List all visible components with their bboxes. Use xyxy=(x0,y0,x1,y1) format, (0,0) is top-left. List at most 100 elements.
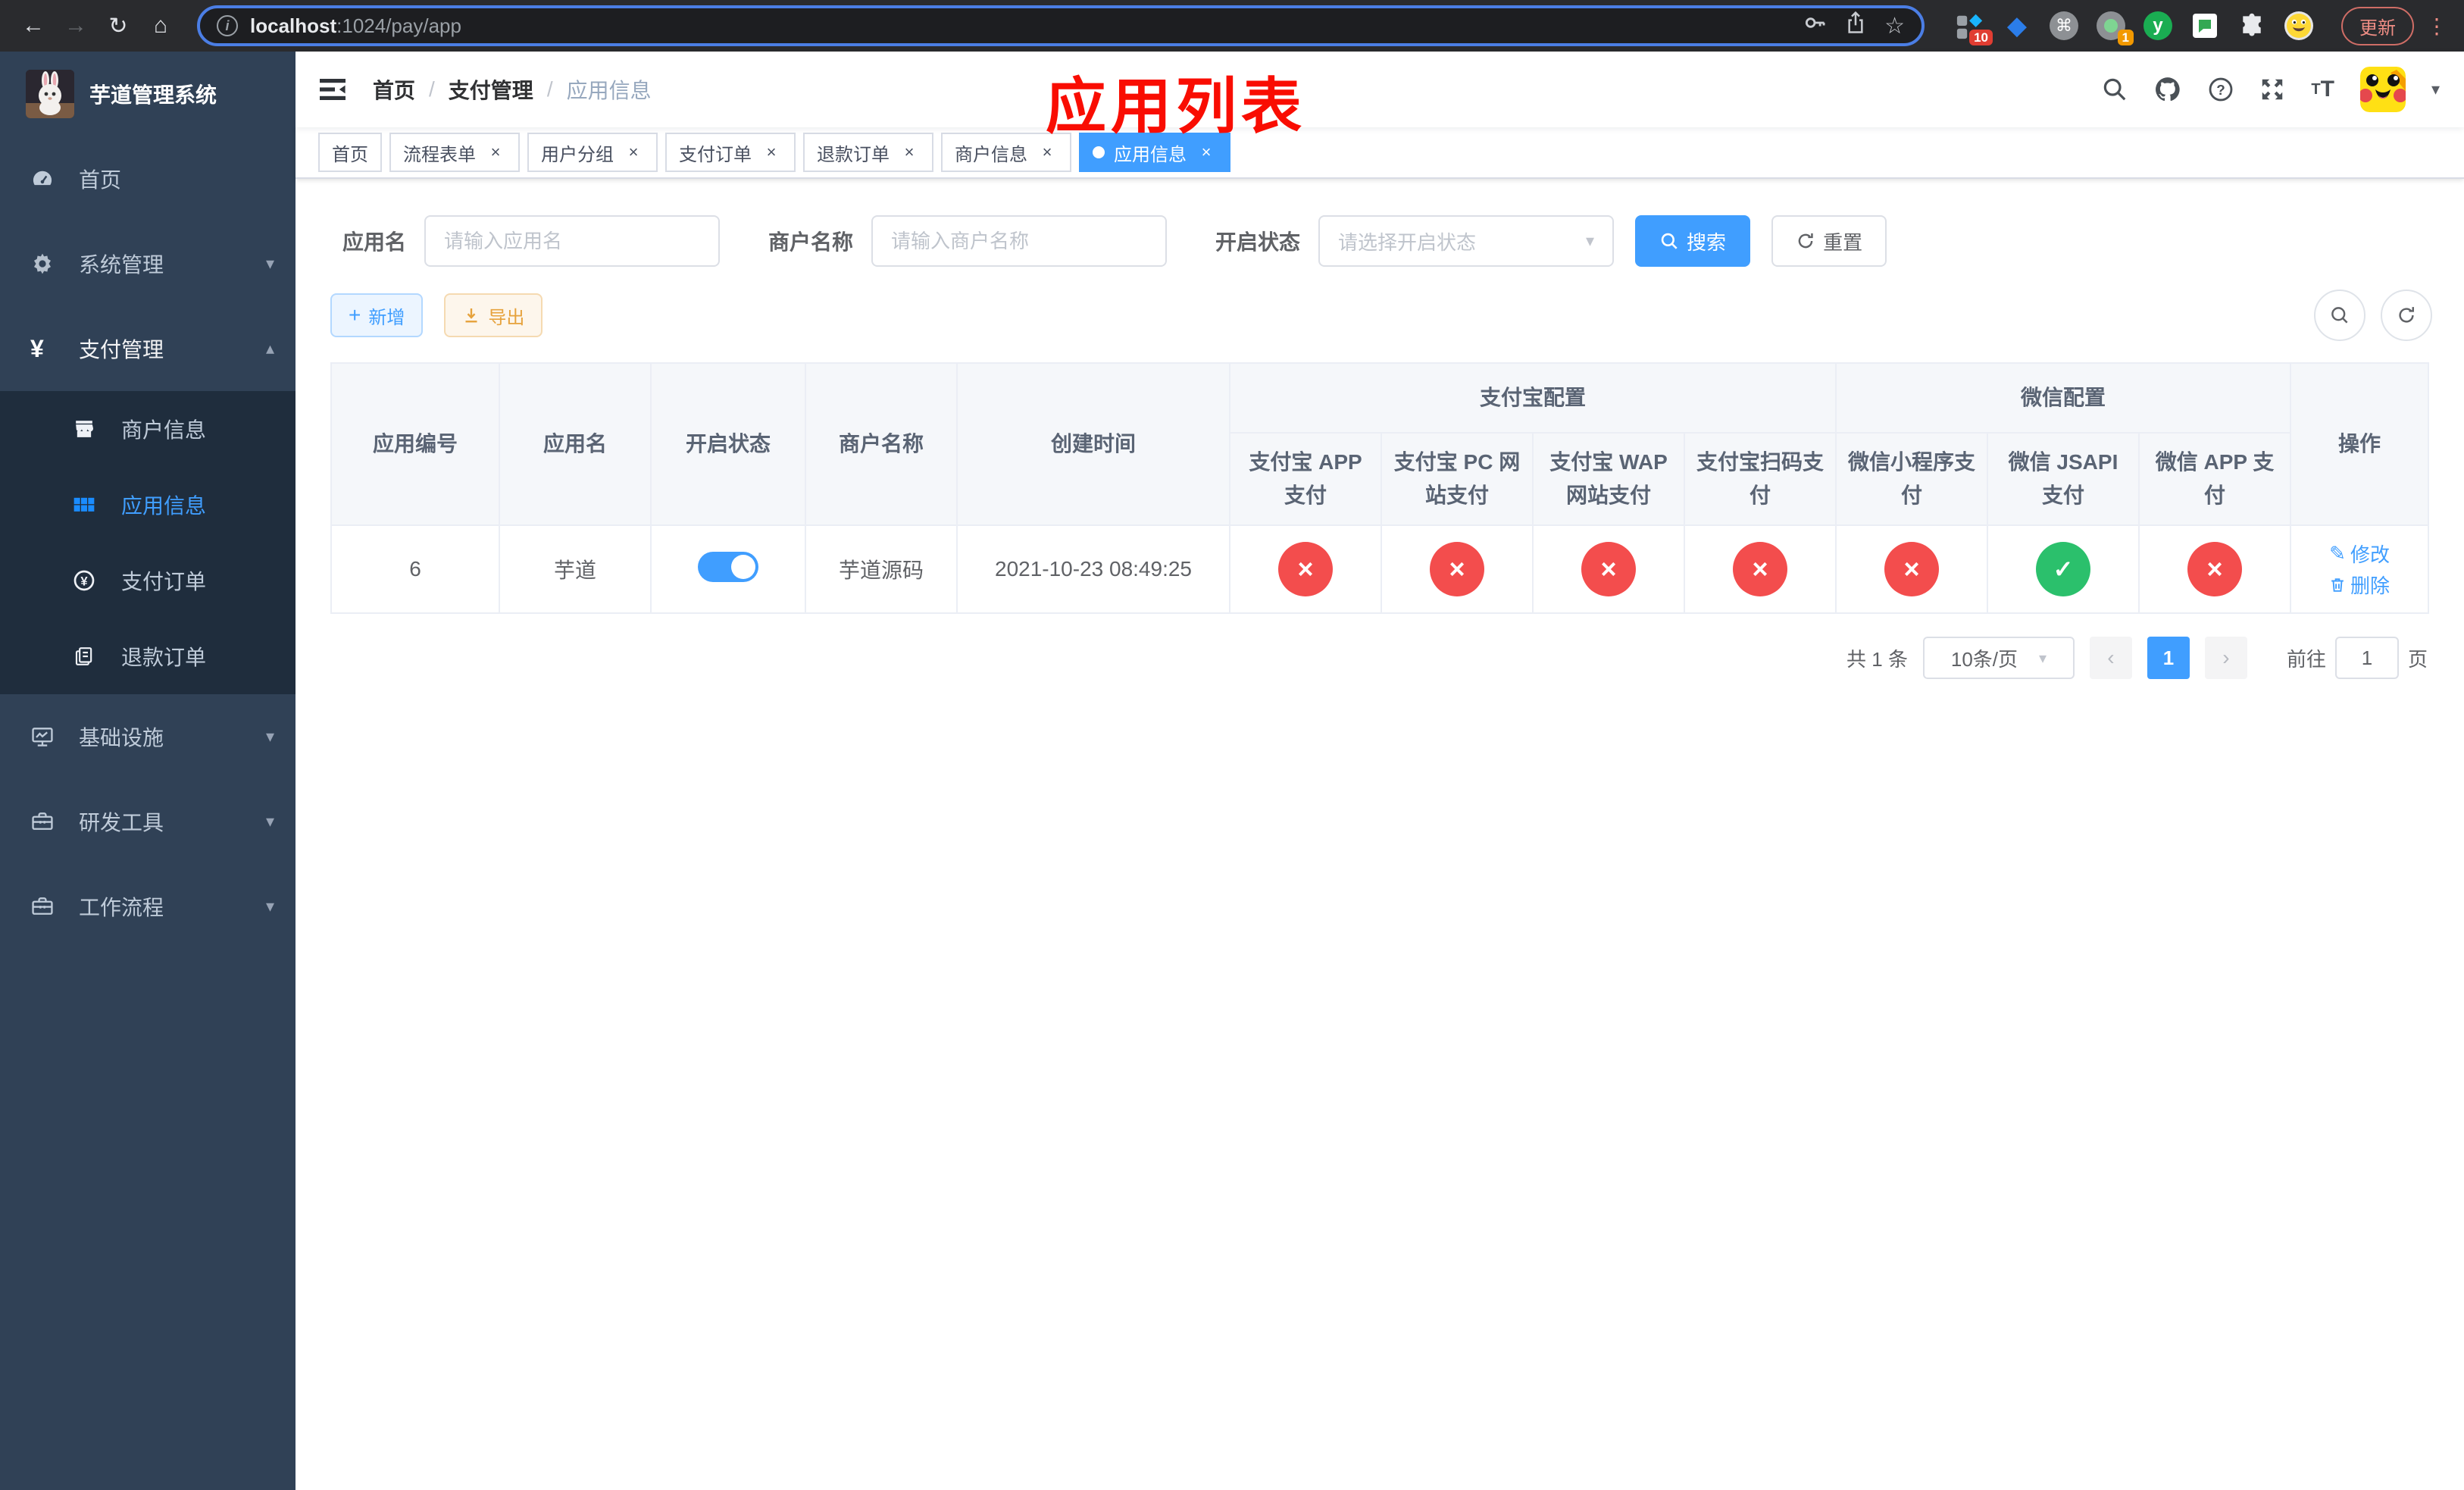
back-icon[interactable]: ← xyxy=(15,8,52,44)
extensions-row: 10 ◆ ⌘ 1 y xyxy=(1955,11,2314,45)
chevron-down-icon: ▾ xyxy=(265,254,274,273)
tab-refund-order[interactable]: 退款订单 × xyxy=(803,133,933,172)
chrome-update-button[interactable]: 更新 xyxy=(2341,6,2414,45)
tab-user-group[interactable]: 用户分组 × xyxy=(527,133,658,172)
close-icon[interactable]: × xyxy=(485,142,506,163)
extension-y-icon[interactable]: y xyxy=(2143,11,2173,41)
status-toggle[interactable] xyxy=(698,551,758,582)
edit-link[interactable]: ✎ 修改 xyxy=(2329,540,2390,568)
extension-recorder-icon[interactable]: 1 xyxy=(2096,11,2134,45)
col-header-merchant: 商户名称 xyxy=(805,362,958,526)
add-button[interactable]: + 新增 xyxy=(330,293,424,337)
tab-home[interactable]: 首页 xyxy=(318,133,382,172)
close-icon[interactable]: × xyxy=(1196,142,1217,163)
bookmark-star-icon[interactable]: ☆ xyxy=(1884,13,1905,39)
sidebar-item-workflow[interactable]: 工作流程 ▾ xyxy=(0,864,295,949)
breadcrumb-home[interactable]: 首页 xyxy=(373,74,415,105)
status-select[interactable]: 请选择开启状态 ▾ xyxy=(1318,215,1615,267)
coin-yen-icon: ¥ xyxy=(73,569,109,592)
breadcrumb-section[interactable]: 支付管理 xyxy=(449,74,533,105)
page-number-button[interactable]: 1 xyxy=(2147,637,2190,679)
fullscreen-icon[interactable] xyxy=(2259,77,2285,102)
delete-link[interactable]: 删除 xyxy=(2329,571,2390,599)
extensions-puzzle-icon[interactable] xyxy=(2237,11,2267,41)
merchant-name-input[interactable] xyxy=(871,215,1168,267)
svg-text:?: ? xyxy=(2217,83,2226,99)
help-icon[interactable]: ? xyxy=(2208,77,2234,102)
close-icon[interactable]: × xyxy=(761,142,782,163)
font-size-icon[interactable]: TT xyxy=(2311,77,2334,102)
toggle-search-button[interactable] xyxy=(2314,290,2366,341)
next-page-button[interactable]: › xyxy=(2204,637,2247,679)
cell-id: 6 xyxy=(330,524,500,614)
sidebar-item-infrastructure[interactable]: 基础设施 ▾ xyxy=(0,694,295,779)
close-icon[interactable]: × xyxy=(1037,142,1058,163)
reload-icon[interactable]: ↻ xyxy=(100,8,136,44)
sidebar-item-system[interactable]: 系统管理 ▾ xyxy=(0,221,295,306)
github-icon[interactable] xyxy=(2153,75,2182,104)
extension-badge: 10 xyxy=(1969,30,1993,45)
status-dot xyxy=(1733,542,1787,596)
extension-command-icon[interactable]: ⌘ xyxy=(2049,11,2079,41)
tab-app-info[interactable]: 应用信息 × xyxy=(1079,133,1230,172)
export-button[interactable]: 导出 xyxy=(444,293,543,337)
chevron-down-icon: ▾ xyxy=(1586,231,1595,250)
avatar-caret-icon[interactable]: ▾ xyxy=(2431,80,2440,99)
logo-image xyxy=(26,70,74,118)
filter-form: 应用名 商户名称 开启状态 请选择开启状态 ▾ 搜索 xyxy=(330,215,2432,267)
extension-tiles-icon[interactable]: 10 xyxy=(1955,11,1993,45)
address-bar[interactable]: i localhost:1024/pay/app ☆ xyxy=(197,5,1925,46)
app-name-label: 应用名 xyxy=(342,230,407,254)
reset-button[interactable]: 重置 xyxy=(1771,215,1887,267)
collapse-sidebar-icon[interactable] xyxy=(318,76,349,103)
tags-view: 首页 流程表单 × 用户分组 × 支付订单 × 退款订单 × 商户信息 × 应用信息 × xyxy=(295,127,2464,179)
page-content: 应用名 商户名称 开启状态 请选择开启状态 ▾ 搜索 xyxy=(295,179,2464,1490)
close-icon[interactable]: × xyxy=(899,142,920,163)
site-info-icon[interactable]: i xyxy=(217,15,238,36)
user-avatar[interactable] xyxy=(2359,67,2406,112)
yen-icon: ¥ xyxy=(30,334,44,362)
documents-icon xyxy=(73,645,109,668)
close-icon[interactable]: × xyxy=(623,142,644,163)
col-group-wechat: 微信配置 xyxy=(1835,362,2292,434)
sidebar-item-home[interactable]: 首页 xyxy=(0,136,295,221)
sidebar-item-dev-tools[interactable]: 研发工具 ▾ xyxy=(0,779,295,864)
extension-kite-icon[interactable]: ◆ xyxy=(2002,11,2032,41)
password-key-icon[interactable] xyxy=(1803,11,1827,41)
browser-menu-icon[interactable]: ⋮ xyxy=(2426,14,2449,39)
extension-chat-icon[interactable] xyxy=(2190,11,2220,41)
col-header-wechat-app: 微信 APP 支付 xyxy=(2138,432,2292,526)
sidebar-item-payment[interactable]: ¥ 支付管理 ▴ xyxy=(0,306,295,391)
sidebar-item-app-info[interactable]: 应用信息 xyxy=(0,467,295,543)
page-size-select[interactable]: 10条/页 ▾ xyxy=(1922,637,2075,679)
sidebar-item-pay-order[interactable]: ¥ 支付订单 xyxy=(0,543,295,618)
sidebar-logo-row[interactable]: 芋道管理系统 xyxy=(0,52,295,136)
tab-merchant-info[interactable]: 商户信息 × xyxy=(941,133,1071,172)
profile-avatar-icon[interactable] xyxy=(2284,11,2314,41)
extension-badge: 1 xyxy=(2117,30,2134,45)
col-header-alipay-app: 支付宝 APP 支付 xyxy=(1229,432,1382,526)
url-text[interactable]: localhost:1024/pay/app xyxy=(250,14,1790,38)
dashboard-icon xyxy=(30,167,67,191)
home-icon[interactable]: ⌂ xyxy=(142,8,179,44)
search-icon[interactable] xyxy=(2102,77,2128,102)
app-name-input[interactable] xyxy=(424,215,721,267)
share-icon[interactable] xyxy=(1845,11,1866,40)
status-dot xyxy=(2036,542,2091,596)
forward-icon[interactable]: → xyxy=(58,8,94,44)
goto-page-input[interactable] xyxy=(2334,637,2399,679)
gear-icon xyxy=(30,252,67,276)
sidebar-item-refund-order[interactable]: 退款订单 xyxy=(0,618,295,694)
chevron-down-icon: ▾ xyxy=(265,897,274,916)
tab-pay-order[interactable]: 支付订单 × xyxy=(665,133,796,172)
search-button[interactable]: 搜索 xyxy=(1635,215,1751,267)
col-header-name: 应用名 xyxy=(499,362,652,526)
col-header-id: 应用编号 xyxy=(330,362,500,526)
refresh-button[interactable] xyxy=(2381,290,2432,341)
prev-page-button[interactable]: ‹ xyxy=(2089,637,2132,679)
cell-created: 2021-10-23 08:49:25 xyxy=(956,524,1230,614)
col-header-alipay-qr: 支付宝扫码支付 xyxy=(1683,432,1837,526)
sidebar-item-merchant-info[interactable]: 商户信息 xyxy=(0,391,295,467)
tab-process-form[interactable]: 流程表单 × xyxy=(389,133,520,172)
col-header-status: 开启状态 xyxy=(650,362,806,526)
